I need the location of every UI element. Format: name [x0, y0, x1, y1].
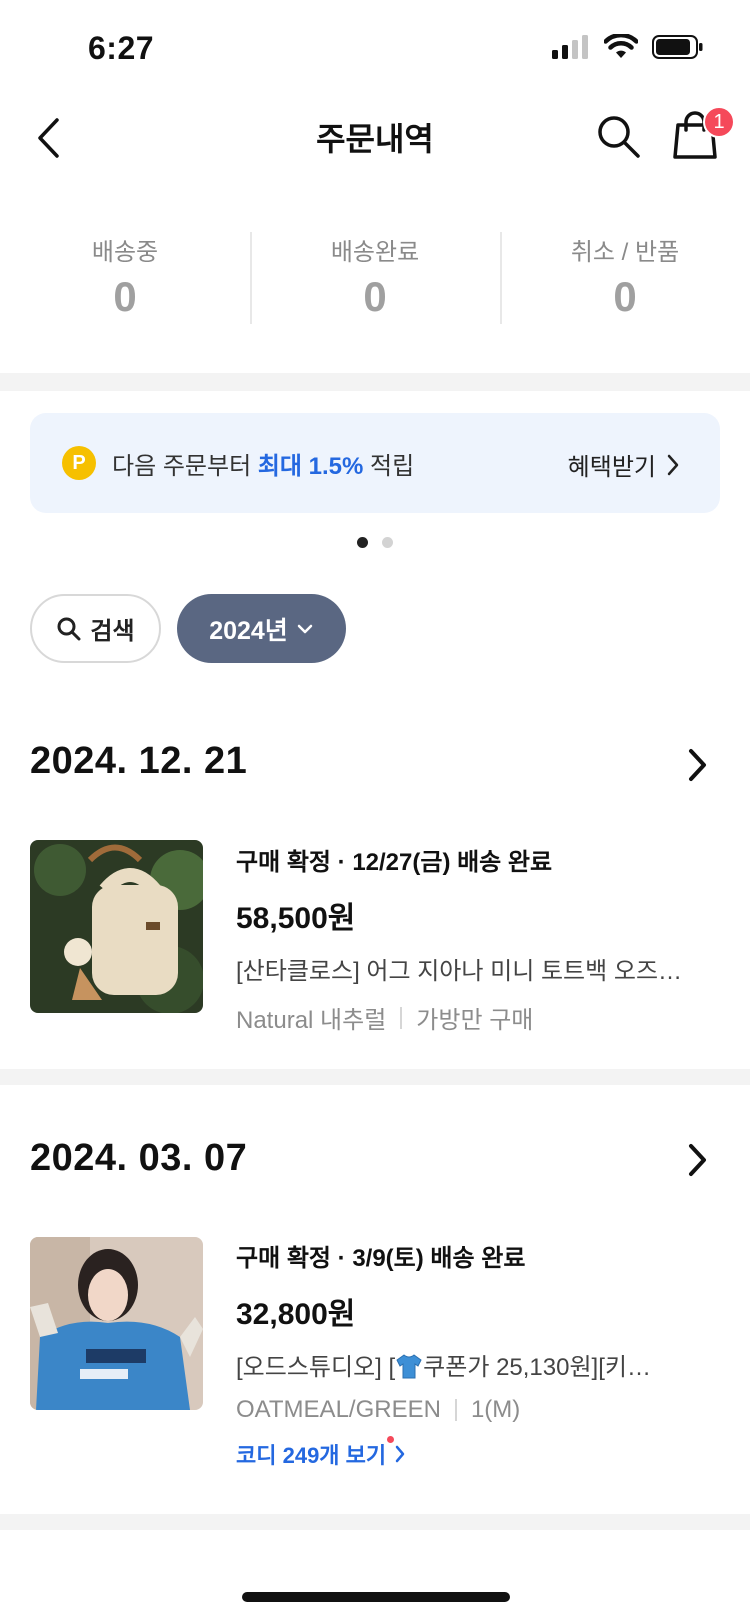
order-status: 구매 확정 · 12/27(금) 배송 완료: [236, 849, 553, 876]
summary-cancel-return[interactable]: 취소 / 반품 0: [500, 222, 750, 326]
summary-label: 취소 / 반품: [570, 239, 680, 266]
order-detail-button[interactable]: [684, 745, 712, 785]
chevron-right-icon: [689, 1144, 706, 1176]
cellular-signal-icon: [552, 35, 588, 59]
get-benefit-link[interactable]: 혜택받기: [568, 447, 680, 482]
search-icon: [57, 617, 81, 640]
product-name: [오드스튜디오] [ 쿠폰가 25,130원][키…: [236, 1347, 706, 1382]
section-divider: [0, 1514, 750, 1530]
carousel-dot[interactable]: [382, 537, 393, 548]
search-chip[interactable]: 검색: [30, 594, 161, 663]
order-status: 구매 확정 · 3/9(토) 배송 완료: [236, 1245, 526, 1272]
search-button[interactable]: [594, 112, 644, 162]
section-divider: [0, 373, 750, 391]
banner-highlight: 최대 1.5%: [257, 452, 364, 480]
product-price: 58,500원: [236, 902, 356, 935]
carousel-indicator: [0, 537, 750, 548]
product-name-prefix: [오드스튜디오] [: [236, 1354, 396, 1381]
chevron-right-icon: [395, 1445, 405, 1463]
model-tshirt-image: [30, 1237, 203, 1410]
chevron-right-icon: [689, 749, 706, 781]
option-separator: [400, 1006, 403, 1029]
year-filter-label: 2024년: [209, 616, 288, 645]
summary-count: 0: [113, 273, 137, 320]
chevron-down-icon: [297, 624, 313, 633]
product-option: Natural 내추럴 가방만 구매: [236, 1000, 706, 1035]
order-item-info[interactable]: 구매 확정 · 12/27(금) 배송 완료 58,500원 [산타클로스] 어…: [236, 842, 706, 1035]
view-coordi-link[interactable]: 코디 249개 보기: [236, 1436, 706, 1470]
carousel-dot-active[interactable]: [357, 537, 368, 548]
year-filter-chip[interactable]: 2024년: [177, 594, 346, 663]
product-thumbnail[interactable]: [30, 1237, 203, 1410]
product-thumbnail[interactable]: [30, 840, 203, 1013]
status-time: 6:27: [88, 30, 155, 66]
tshirt-icon: [396, 1354, 422, 1379]
banner-text-after: 적립: [363, 452, 415, 480]
get-benefit-label: 혜택받기: [567, 454, 656, 481]
home-indicator: [242, 1592, 510, 1602]
summary-count: 0: [363, 273, 387, 320]
banner-text: 다음 주문부터 최대 1.5% 적립: [112, 446, 414, 481]
product-name-suffix: 쿠폰가 25,130원][키…: [423, 1354, 651, 1381]
summary-shipping[interactable]: 배송중 0: [0, 222, 250, 326]
chevron-right-icon: [667, 454, 679, 475]
summary-delivered[interactable]: 배송완료 0: [250, 222, 500, 326]
summary-label: 배송완료: [330, 239, 420, 266]
option-detail: 1(M): [470, 1396, 521, 1423]
view-coordi-label: 코디 249개 보기: [236, 1443, 387, 1468]
product-name: [산타클로스] 어그 지아나 미니 토트백 오즈…: [236, 958, 683, 985]
order-date: 2024. 12. 21: [30, 740, 248, 782]
product-option: OATMEAL/GREEN 1(M): [236, 1396, 706, 1424]
tote-bag-image: [30, 840, 203, 1013]
points-banner[interactable]: P 다음 주문부터 최대 1.5% 적립 혜택받기: [30, 413, 720, 513]
summary-count: 0: [613, 273, 637, 320]
order-detail-button[interactable]: [684, 1140, 712, 1180]
product-price: 32,800원: [236, 1298, 356, 1331]
cart-count-badge: 1: [703, 106, 735, 138]
option-color: Natural 내추럴: [236, 1007, 387, 1034]
order-date: 2024. 03. 07: [30, 1137, 248, 1179]
order-item-info[interactable]: 구매 확정 · 3/9(토) 배송 완료 32,800원 [오드스튜디오] [ 쿠…: [236, 1238, 706, 1470]
option-separator: [454, 1399, 457, 1421]
battery-icon: [652, 35, 703, 59]
new-dot-indicator: [387, 1436, 394, 1443]
summary-label: 배송중: [91, 239, 159, 266]
search-icon: [598, 116, 640, 158]
status-bar: 6:27: [0, 0, 750, 100]
search-chip-label: 검색: [90, 618, 135, 645]
option-detail: 가방만 구매: [416, 1007, 534, 1034]
nav-bar: 주문내역: [0, 100, 750, 180]
status-icons: [552, 34, 704, 60]
banner-text-before: 다음 주문부터: [112, 452, 258, 480]
order-summary: 배송중 0 배송완료 0 취소 / 반품 0: [0, 222, 750, 326]
wifi-icon: [604, 34, 638, 58]
section-divider: [0, 1069, 750, 1085]
option-color: OATMEAL/GREEN: [236, 1396, 441, 1423]
point-coin-icon: P: [62, 446, 96, 480]
